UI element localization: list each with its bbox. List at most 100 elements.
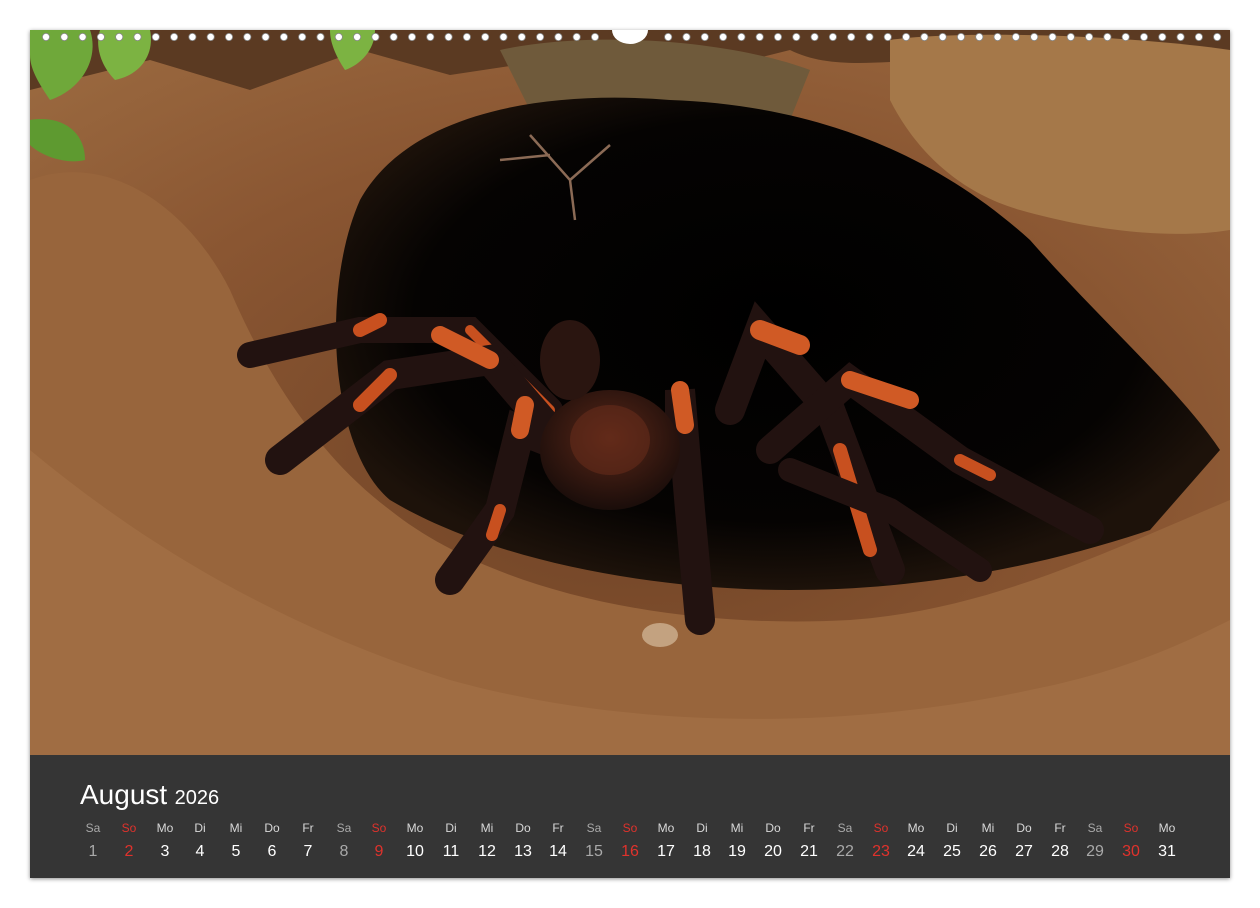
binding-hole (279, 33, 288, 41)
binding-hole (499, 33, 508, 41)
binding-hole (902, 33, 911, 41)
weekday-label: Di (946, 821, 958, 835)
binding-hole (810, 33, 819, 41)
day-number: 9 (374, 843, 384, 860)
weekday-label: Mi (730, 821, 744, 835)
weekday-label: Mi (981, 821, 995, 835)
weekday-label: Sa (336, 821, 352, 835)
weekday-label: So (371, 821, 387, 835)
day-cell: Sa 22 (827, 819, 863, 865)
binding-hole (78, 33, 87, 41)
weekday-label: So (873, 821, 889, 835)
day-cell: Mo 24 (898, 819, 934, 865)
binding-hole (883, 33, 892, 41)
binding-hole (298, 33, 307, 41)
day-cell: Sa 8 (326, 819, 362, 865)
weekday-label: Mo (657, 821, 675, 835)
weekday-label: Do (765, 821, 781, 835)
day-number: 11 (442, 843, 460, 860)
calendar-page: August 2026 Sa 1 So 2 Mo 3 Di 4 Mi 5 Do 6 Fr 7 Sa 8 So 9 M… (30, 30, 1230, 878)
day-number: 22 (836, 843, 854, 860)
binding-hole (847, 33, 856, 41)
binding-hole (938, 33, 947, 41)
weekday-label: Mo (907, 821, 925, 835)
day-cell: Mi 19 (719, 819, 755, 865)
day-number: 6 (267, 843, 277, 860)
binding-hole (1194, 33, 1203, 41)
day-number: 31 (1158, 843, 1176, 860)
weekday-label: Sa (837, 821, 853, 835)
binding-hole (700, 33, 709, 41)
day-cell: Di 25 (934, 819, 970, 865)
binding-hole (407, 33, 416, 41)
binding-hole (957, 33, 966, 41)
day-cell: So 30 (1113, 819, 1149, 865)
day-cell: Do 13 (505, 819, 541, 865)
binding-hole (444, 33, 453, 41)
binding-hole (737, 33, 746, 41)
weekday-label: Di (194, 821, 206, 835)
binding-hole (1121, 33, 1130, 41)
day-cell: Fr 28 (1042, 819, 1078, 865)
binding-hole (60, 33, 69, 41)
day-number: 2 (124, 843, 134, 860)
binding-hole (1011, 33, 1020, 41)
month-title: August 2026 (80, 779, 219, 811)
day-cell: Mi 12 (469, 819, 505, 865)
day-number: 23 (872, 843, 890, 860)
day-cell: Mi 26 (970, 819, 1006, 865)
weekday-label: Do (515, 821, 531, 835)
day-number: 29 (1086, 843, 1104, 860)
day-number: 18 (693, 843, 711, 860)
binding-hole (316, 33, 325, 41)
binding-hole (170, 33, 179, 41)
binding-hole (554, 33, 563, 41)
weekday-label: So (1123, 821, 1139, 835)
month-name: August (80, 779, 168, 810)
binding-hole (426, 33, 435, 41)
day-cell: Fr 14 (540, 819, 576, 865)
day-number: 27 (1015, 843, 1033, 860)
day-cell: Fr 7 (290, 819, 326, 865)
binding-hole (206, 33, 215, 41)
binding-hole (188, 33, 197, 41)
weekday-label: Do (264, 821, 280, 835)
binding-hole (353, 33, 362, 41)
weekday-label: Mi (480, 821, 494, 835)
day-cell: Mo 3 (147, 819, 183, 865)
day-number: 17 (657, 843, 675, 860)
binding-hole (389, 33, 398, 41)
calendar-panel: August 2026 Sa 1 So 2 Mo 3 Di 4 Mi 5 Do 6 Fr 7 Sa 8 So 9 M… (30, 755, 1230, 878)
binding-hole (1048, 33, 1057, 41)
binding-hole (920, 33, 929, 41)
day-cell: Sa 15 (576, 819, 612, 865)
day-cell: Di 11 (433, 819, 469, 865)
day-number: 26 (979, 843, 997, 860)
binding-hole (334, 33, 343, 41)
day-cell: So 23 (863, 819, 899, 865)
weekday-label: Sa (85, 821, 101, 835)
year-label: 2026 (174, 787, 220, 809)
day-number: 1 (88, 843, 98, 860)
binding-hole (151, 33, 160, 41)
day-cell: Di 4 (182, 819, 218, 865)
binding-hole (774, 33, 783, 41)
day-cell: Do 20 (755, 819, 791, 865)
day-number: 20 (764, 843, 782, 860)
binding-hole (462, 33, 471, 41)
weekday-label: Fr (803, 821, 815, 835)
binding-hole (481, 33, 490, 41)
weekday-label: Fr (302, 821, 314, 835)
binding-hole (1066, 33, 1075, 41)
binding-hole (993, 33, 1002, 41)
weekday-label: Mo (406, 821, 424, 835)
binding-hole (828, 33, 837, 41)
day-number: 12 (478, 843, 496, 860)
day-number: 15 (585, 843, 603, 860)
weekday-label: Sa (586, 821, 602, 835)
day-number: 3 (160, 843, 170, 860)
weekday-label: Mi (229, 821, 243, 835)
day-cell: Mo 31 (1149, 819, 1185, 865)
day-cell: Sa 1 (75, 819, 111, 865)
binding-hole (865, 33, 874, 41)
